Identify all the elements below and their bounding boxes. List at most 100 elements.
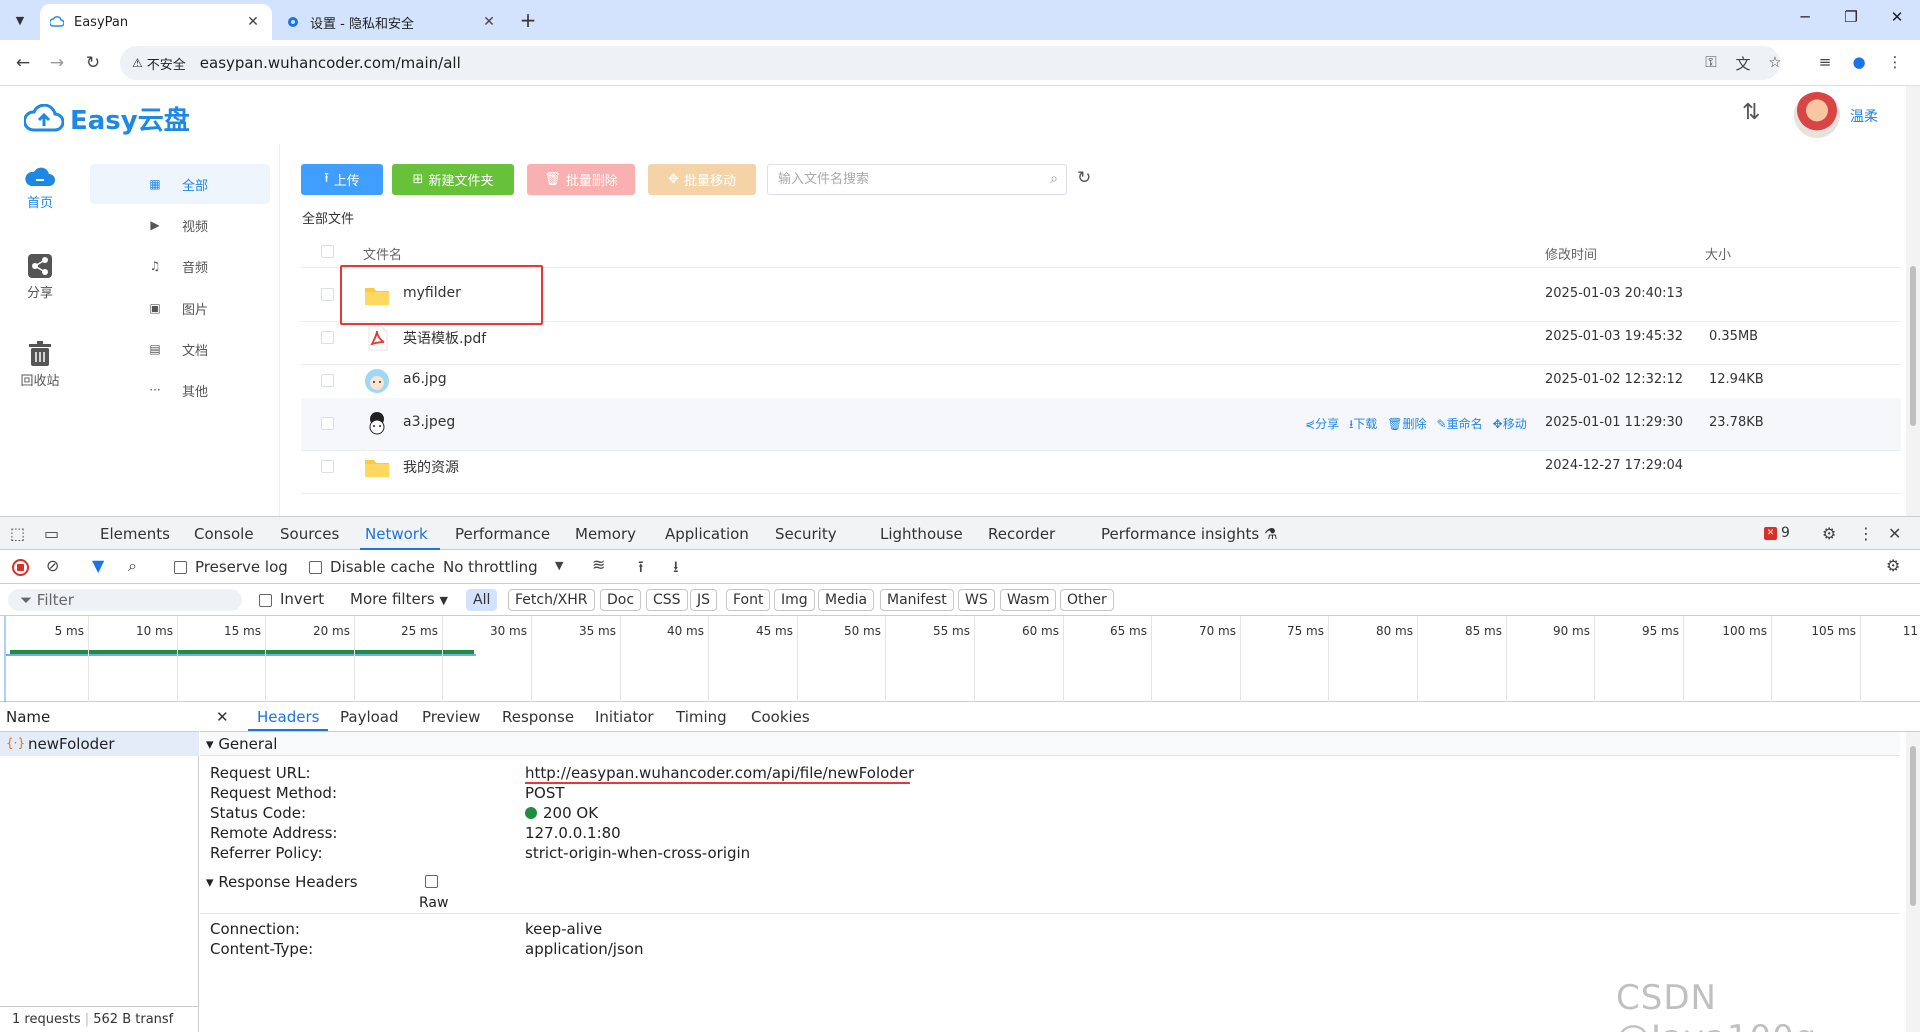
tab-search-button[interactable]: ▼ bbox=[8, 8, 32, 32]
network-conditions-icon[interactable]: ≋ bbox=[592, 555, 605, 574]
scrollbar-thumb[interactable] bbox=[1910, 266, 1916, 426]
type-filter-js[interactable]: JS bbox=[690, 589, 718, 611]
share-action[interactable]: ⋞分享 bbox=[1305, 415, 1339, 436]
left-nav-share[interactable]: 分享 bbox=[0, 252, 80, 301]
search-icon[interactable]: ⌕ bbox=[128, 556, 137, 576]
row-checkbox[interactable] bbox=[321, 374, 334, 387]
devtools-tab-elements[interactable]: Elements bbox=[100, 525, 170, 543]
general-section-header[interactable]: ▾ General bbox=[200, 732, 1900, 756]
network-settings-gear-icon[interactable]: ⚙ bbox=[1886, 556, 1900, 575]
browser-tab-settings[interactable]: 设置 - 隐私和安全 ✕ bbox=[276, 4, 508, 40]
filter-funnel-icon[interactable]: ▼ bbox=[92, 556, 104, 575]
left-nav-recycle[interactable]: 回收站 bbox=[0, 340, 80, 389]
file-name[interactable]: a6.jpg bbox=[403, 371, 447, 387]
devtools-tab-network[interactable]: Network bbox=[365, 525, 428, 543]
category-all[interactable]: ▦ 全部 bbox=[90, 164, 270, 204]
address-bar[interactable]: ⚠ 不安全 easypan.wuhancoder.com/main/all bbox=[120, 46, 1780, 80]
type-filter-fetch-xhr[interactable]: Fetch/XHR bbox=[508, 589, 595, 611]
network-timeline-overview[interactable]: 5 ms 10 ms 15 ms 20 ms 25 ms 30 ms 35 ms 40 ms 4… bbox=[0, 616, 1920, 702]
file-name[interactable]: 我的资源 bbox=[403, 457, 459, 477]
type-filter-all[interactable]: All bbox=[466, 589, 498, 611]
page-scrollbar[interactable] bbox=[1906, 86, 1920, 516]
error-count-badge[interactable]: ✕ 9 bbox=[1764, 525, 1790, 541]
type-filter-doc[interactable]: Doc bbox=[600, 589, 642, 611]
bookmark-star-icon[interactable]: ☆ bbox=[1764, 53, 1786, 71]
category-other[interactable]: ··· 其他 bbox=[90, 370, 270, 410]
left-nav-home[interactable]: 首页 bbox=[0, 164, 80, 211]
details-tab-headers[interactable]: Headers bbox=[257, 708, 319, 726]
reload-icon[interactable]: ↻ bbox=[82, 52, 104, 74]
devtools-tab-security[interactable]: Security bbox=[775, 525, 837, 543]
devtools-tab-performance[interactable]: Performance bbox=[455, 525, 550, 543]
row-checkbox[interactable] bbox=[321, 460, 334, 473]
name-column-header[interactable]: Name bbox=[0, 702, 199, 732]
category-image[interactable]: ▣ 图片 bbox=[90, 288, 270, 328]
security-indicator[interactable]: ⚠ 不安全 bbox=[132, 54, 186, 73]
devtools-tab-lighthouse[interactable]: Lighthouse bbox=[880, 525, 963, 543]
avatar[interactable] bbox=[1794, 92, 1840, 138]
details-tab-initiator[interactable]: Initiator bbox=[595, 708, 654, 726]
type-filter-img[interactable]: Img bbox=[774, 589, 815, 611]
translate-icon[interactable]: 文 bbox=[1732, 53, 1754, 74]
type-filter-other[interactable]: Other bbox=[1060, 589, 1114, 611]
batch-move-button[interactable]: ✥ 批量移动 bbox=[648, 164, 756, 195]
devtools-tab-performance-insights[interactable]: Performance insights ⚗ bbox=[1101, 525, 1277, 543]
reading-list-icon[interactable]: ≡ bbox=[1814, 53, 1836, 71]
transfer-sort-icon[interactable]: ⇅ bbox=[1742, 100, 1760, 125]
type-filter-manifest[interactable]: Manifest bbox=[880, 589, 954, 611]
file-search-input[interactable]: 输入文件名搜索 ⌕ bbox=[767, 164, 1067, 195]
file-name[interactable]: 英语模板.pdf bbox=[403, 328, 486, 348]
row-checkbox[interactable] bbox=[321, 288, 334, 301]
profile-icon[interactable]: ● bbox=[1848, 53, 1870, 71]
filter-input[interactable]: ⏷ Filter bbox=[8, 589, 242, 611]
more-filters-dropdown[interactable]: More filters ▼ bbox=[350, 590, 448, 608]
move-action[interactable]: ✥移动 bbox=[1493, 415, 1527, 436]
details-tab-cookies[interactable]: Cookies bbox=[751, 708, 810, 726]
select-all-checkbox[interactable] bbox=[321, 245, 334, 258]
kebab-menu-icon[interactable]: ⋮ bbox=[1884, 53, 1906, 71]
category-audio[interactable]: ♫ 音频 bbox=[90, 246, 270, 286]
scrollbar-thumb[interactable] bbox=[1910, 746, 1916, 906]
table-row[interactable]: 我的资源 2024-12-27 17:29:04 bbox=[301, 441, 1901, 494]
kebab-menu-icon[interactable]: ⋮ bbox=[1858, 524, 1874, 543]
minimize-icon[interactable]: ─ bbox=[1790, 8, 1820, 26]
inspect-element-icon[interactable]: ⬚ bbox=[10, 524, 25, 543]
import-har-icon[interactable]: ⭱ bbox=[638, 556, 644, 583]
device-toolbar-icon[interactable]: ▭ bbox=[44, 524, 59, 543]
search-icon[interactable]: ⌕ bbox=[1050, 165, 1058, 194]
category-document[interactable]: ▤ 文档 bbox=[90, 329, 270, 369]
forward-arrow-icon[interactable]: → bbox=[46, 52, 68, 74]
new-folder-button[interactable]: ⊞ 新建文件夹 bbox=[392, 164, 514, 195]
close-window-icon[interactable]: ✕ bbox=[1882, 8, 1912, 26]
delete-action[interactable]: 🗑删除 bbox=[1387, 415, 1426, 436]
devtools-tab-memory[interactable]: Memory bbox=[575, 525, 636, 543]
back-arrow-icon[interactable]: ← bbox=[12, 52, 34, 74]
details-tab-response[interactable]: Response bbox=[502, 708, 574, 726]
category-video[interactable]: ▶ 视频 bbox=[90, 205, 270, 245]
devtools-tab-sources[interactable]: Sources bbox=[280, 525, 339, 543]
devtools-tab-recorder[interactable]: Recorder bbox=[988, 525, 1055, 543]
settings-gear-icon[interactable]: ⚙ bbox=[1822, 524, 1836, 543]
key-icon[interactable]: ⚿ bbox=[1700, 53, 1722, 71]
refresh-icon[interactable]: ↻ bbox=[1077, 168, 1091, 188]
type-filter-wasm[interactable]: Wasm bbox=[1000, 589, 1057, 611]
throttling-select[interactable]: No throttling bbox=[443, 558, 538, 576]
rename-action[interactable]: ✎重命名 bbox=[1437, 415, 1483, 436]
app-logo[interactable]: Easy云盘 bbox=[24, 100, 190, 137]
preserve-log-checkbox[interactable] bbox=[174, 561, 187, 574]
raw-checkbox[interactable] bbox=[425, 875, 438, 888]
devtools-tab-console[interactable]: Console bbox=[194, 525, 254, 543]
devtools-tab-application[interactable]: Application bbox=[665, 525, 749, 543]
type-filter-media[interactable]: Media bbox=[818, 589, 875, 611]
browser-tab-easypan[interactable]: EasyPan ✕ bbox=[40, 4, 272, 40]
disable-cache-checkbox[interactable] bbox=[309, 561, 322, 574]
close-details-icon[interactable]: ✕ bbox=[216, 708, 229, 726]
new-tab-plus-icon[interactable]: + bbox=[516, 8, 540, 32]
upload-button[interactable]: ⭱ 上传 bbox=[301, 164, 383, 195]
request-url-value[interactable]: http://easypan.wuhancoder.com/api/file/n… bbox=[525, 764, 914, 782]
details-tab-preview[interactable]: Preview bbox=[422, 708, 480, 726]
type-filter-ws[interactable]: WS bbox=[958, 589, 995, 611]
close-tab-icon[interactable]: ✕ bbox=[244, 14, 262, 30]
file-name[interactable]: a3.jpeg bbox=[403, 414, 455, 430]
batch-delete-button[interactable]: 🗑 批量删除 bbox=[527, 164, 635, 195]
